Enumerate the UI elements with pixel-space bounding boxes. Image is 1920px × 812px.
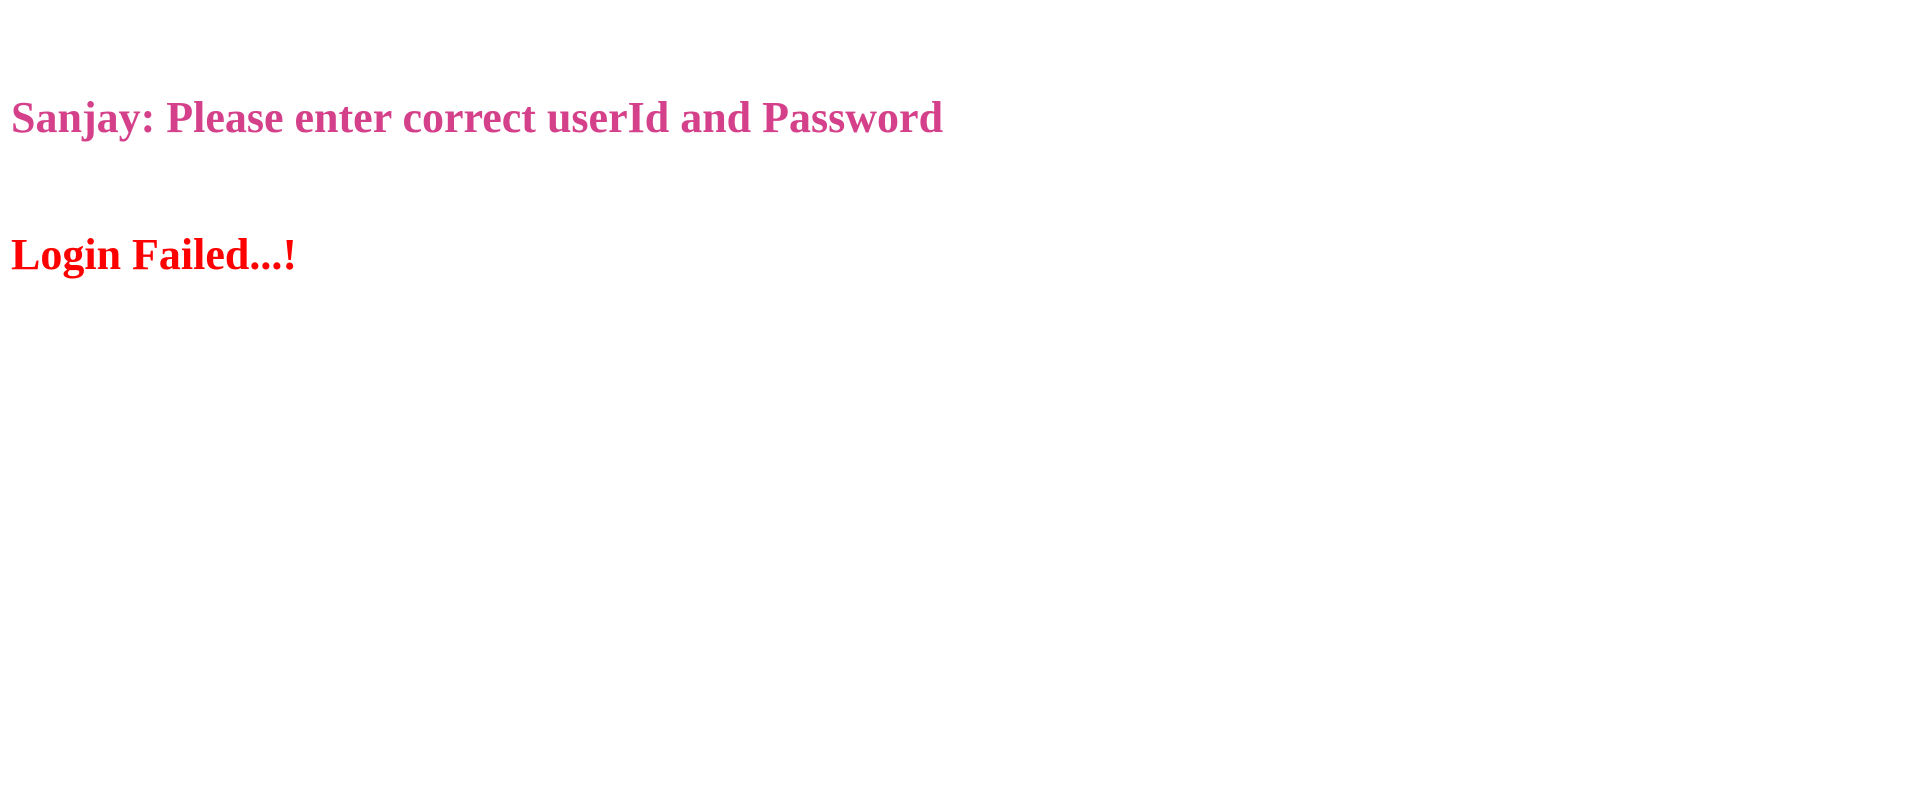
login-failed-status: Login Failed...!: [11, 230, 298, 279]
login-error-message: Sanjay: Please enter correct userId and …: [11, 93, 944, 142]
login-result-page: Sanjay: Please enter correct userId and …: [0, 0, 1920, 812]
